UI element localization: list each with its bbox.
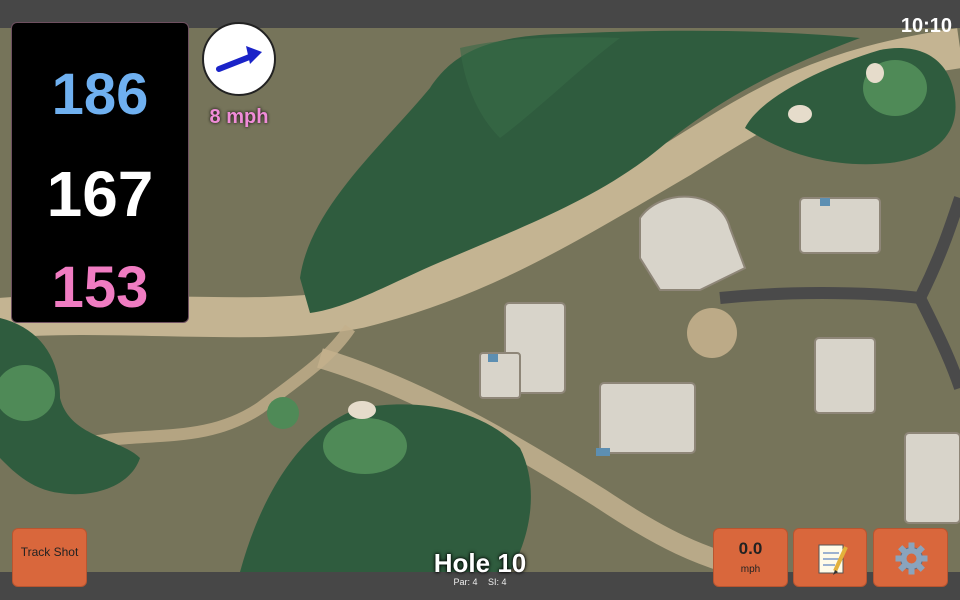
hole-par: Par: 4 (453, 577, 478, 587)
clock: 10:10 (900, 15, 952, 37)
hole-stroke-index: SI: 4 (488, 577, 507, 587)
wind-speed-button[interactable]: 0.0 mph (713, 528, 788, 587)
hole-title: Hole 10 (433, 548, 527, 578)
gear-icon (895, 542, 928, 575)
hole-info: Par: 4 SI: 4 (380, 577, 580, 588)
front-distance: 153 (51, 255, 149, 320)
distance-panel: 186 167 153 (11, 22, 189, 323)
wind-direction-indicator (202, 22, 276, 96)
middle-distance: 167 (46, 158, 154, 230)
notes-button[interactable] (793, 528, 867, 587)
wind-speed-label: 8 mph (209, 106, 269, 128)
golf-gps-screen: 10:10 186 167 153 8 mph Track Shot 0.0 m… (0, 0, 960, 600)
back-distance: 186 (51, 62, 149, 127)
notepad-icon (818, 544, 848, 575)
settings-button[interactable] (873, 528, 948, 587)
wind-speed-value: 0.0 (738, 539, 763, 558)
wind-speed-unit: mph (740, 564, 761, 575)
arrow-icon (216, 46, 262, 72)
track-shot-button[interactable]: Track Shot (12, 528, 87, 587)
